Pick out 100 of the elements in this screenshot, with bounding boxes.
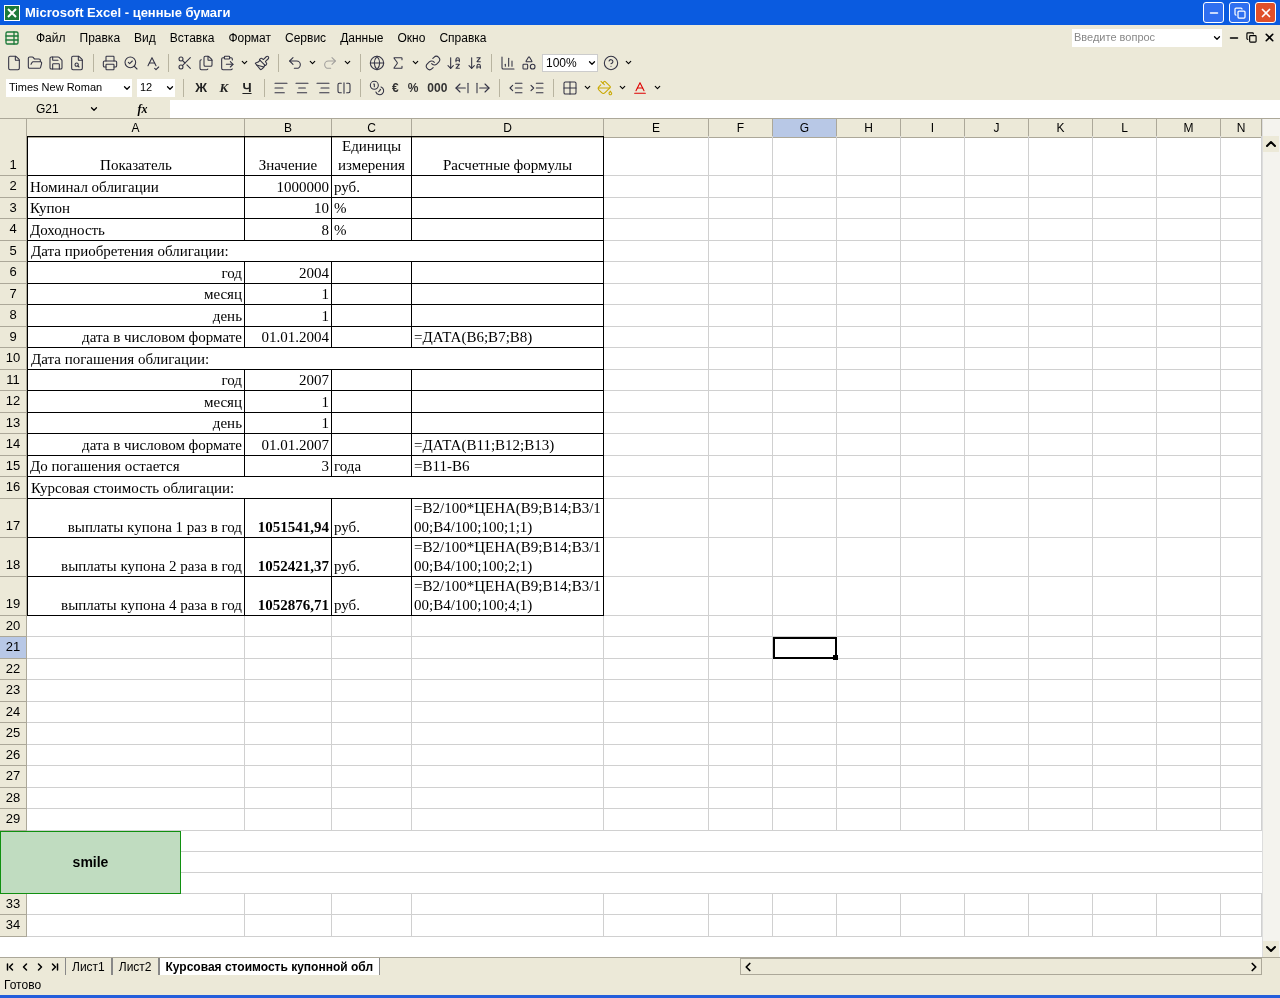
fill-color-icon[interactable]	[597, 79, 614, 96]
row-header[interactable]: 18	[0, 537, 27, 577]
row-header[interactable]: 21	[0, 637, 27, 659]
row-header[interactable]: 33	[0, 893, 27, 915]
menu-item[interactable]: Данные	[334, 28, 390, 47]
column-header[interactable]: E	[604, 119, 709, 138]
menu-item[interactable]: Сервис	[279, 28, 333, 47]
column-header[interactable]: I	[901, 119, 965, 138]
sort-ascending-icon[interactable]	[446, 54, 462, 71]
menu-item[interactable]: Вставка	[163, 28, 221, 47]
menu-item[interactable]: Вид	[128, 28, 162, 47]
column-header[interactable]: B	[245, 119, 332, 138]
help-question-field[interactable]: Введите вопрос	[1072, 28, 1222, 47]
close-icon[interactable]	[1263, 31, 1276, 44]
row-header[interactable]: 11	[0, 369, 27, 391]
column-header[interactable]: A	[27, 119, 245, 138]
row-header[interactable]: 8	[0, 305, 27, 327]
hyperlink-icon[interactable]	[369, 54, 385, 71]
menu-item[interactable]: Файл	[30, 28, 72, 47]
column-header[interactable]: D	[412, 119, 604, 138]
menu-item[interactable]: Справка	[433, 28, 493, 47]
vertical-scrollbar[interactable]	[1262, 119, 1280, 957]
row-header[interactable]: 28	[0, 787, 27, 809]
sheet-tab[interactable]: Курсовая стоимость купонной обл	[158, 958, 380, 975]
column-header[interactable]: N	[1221, 119, 1262, 138]
font-color-icon[interactable]	[632, 79, 649, 96]
column-header[interactable]: L	[1093, 119, 1157, 138]
scroll-down-icon[interactable]	[1263, 941, 1279, 957]
column-header[interactable]: F	[709, 119, 773, 138]
font-size-field[interactable]: 12	[137, 78, 175, 97]
drawing-icon[interactable]	[521, 54, 537, 71]
dropdown-caret-icon[interactable]	[411, 58, 420, 67]
workbook-icon[interactable]	[4, 29, 20, 46]
underline-button[interactable]: Ч	[238, 77, 256, 98]
row-header[interactable]: 6	[0, 262, 27, 284]
row-header[interactable]: 5	[0, 240, 27, 262]
save-icon[interactable]	[48, 54, 64, 71]
print-icon[interactable]	[102, 54, 118, 71]
row-header[interactable]: 23	[0, 680, 27, 702]
row-header[interactable]: 4	[0, 219, 27, 241]
row-header[interactable]: 17	[0, 498, 27, 538]
column-header[interactable]: K	[1029, 119, 1093, 138]
menu-item[interactable]: Правка	[73, 28, 127, 47]
row-header[interactable]: 20	[0, 615, 27, 637]
paste-icon[interactable]	[219, 54, 235, 71]
menu-item[interactable]: Формат	[222, 28, 278, 47]
menu-item[interactable]: Окно	[391, 28, 432, 47]
last-sheet-icon[interactable]	[49, 960, 61, 973]
smile-shape[interactable]: smile	[0, 830, 181, 894]
zoom-field[interactable]: 100%	[542, 53, 598, 72]
dropdown-caret-icon[interactable]	[618, 83, 628, 92]
row-header[interactable]: 12	[0, 391, 27, 413]
sheet-tab[interactable]: Лист1	[65, 958, 112, 975]
scroll-up-icon[interactable]	[1263, 136, 1279, 152]
dropdown-caret-icon[interactable]	[343, 58, 352, 67]
dropdown-caret-icon[interactable]	[624, 58, 633, 67]
merge-cells-icon[interactable]	[336, 79, 352, 96]
italic-button[interactable]: К	[215, 77, 233, 98]
font-field[interactable]: Times New Roman	[6, 78, 132, 97]
dropdown-caret-icon[interactable]	[653, 83, 663, 92]
dropdown-caret-icon[interactable]	[308, 58, 317, 67]
row-header[interactable]: 25	[0, 723, 27, 745]
dropdown-caret-icon[interactable]	[240, 58, 249, 67]
sum-icon[interactable]	[390, 54, 406, 71]
undo-icon[interactable]	[287, 54, 303, 71]
row-header[interactable]: 13	[0, 412, 27, 434]
first-sheet-icon[interactable]	[4, 960, 16, 973]
name-box[interactable]: G21	[0, 100, 115, 118]
row-header[interactable]: 1	[0, 136, 27, 176]
row-header[interactable]: 2	[0, 176, 27, 198]
spelling-icon[interactable]	[144, 54, 160, 71]
link-icon[interactable]	[425, 54, 441, 71]
dropdown-caret-icon[interactable]	[583, 83, 593, 92]
dropdown-caret-icon[interactable]	[88, 104, 99, 114]
restore-icon[interactable]	[1246, 32, 1257, 43]
row-header[interactable]: 19	[0, 576, 27, 616]
row-header[interactable]: 7	[0, 283, 27, 305]
column-header[interactable]: G	[773, 119, 837, 138]
print-preview-icon[interactable]	[123, 54, 139, 71]
row-header[interactable]: 9	[0, 326, 27, 348]
row-header[interactable]: 26	[0, 744, 27, 766]
horizontal-scrollbar[interactable]	[740, 958, 1262, 975]
row-header[interactable]: 16	[0, 477, 27, 499]
row-header[interactable]: 24	[0, 701, 27, 723]
row-header[interactable]: 15	[0, 455, 27, 477]
bold-button[interactable]: Ж	[192, 77, 210, 98]
row-header[interactable]: 3	[0, 197, 27, 219]
row-header[interactable]: 14	[0, 434, 27, 456]
percent-button[interactable]: %	[405, 78, 421, 97]
sheet-tab[interactable]: Лист2	[111, 958, 159, 975]
row-header[interactable]: 29	[0, 809, 27, 831]
help-icon[interactable]	[603, 54, 619, 71]
column-header[interactable]: J	[965, 119, 1029, 138]
euro-button[interactable]: €	[390, 78, 401, 97]
new-file-icon[interactable]	[6, 54, 22, 71]
copy-icon[interactable]	[198, 54, 214, 71]
row-header[interactable]: 27	[0, 766, 27, 788]
column-header[interactable]: M	[1157, 119, 1221, 138]
row-header[interactable]: 34	[0, 915, 27, 937]
function-label[interactable]: fx	[115, 100, 170, 118]
